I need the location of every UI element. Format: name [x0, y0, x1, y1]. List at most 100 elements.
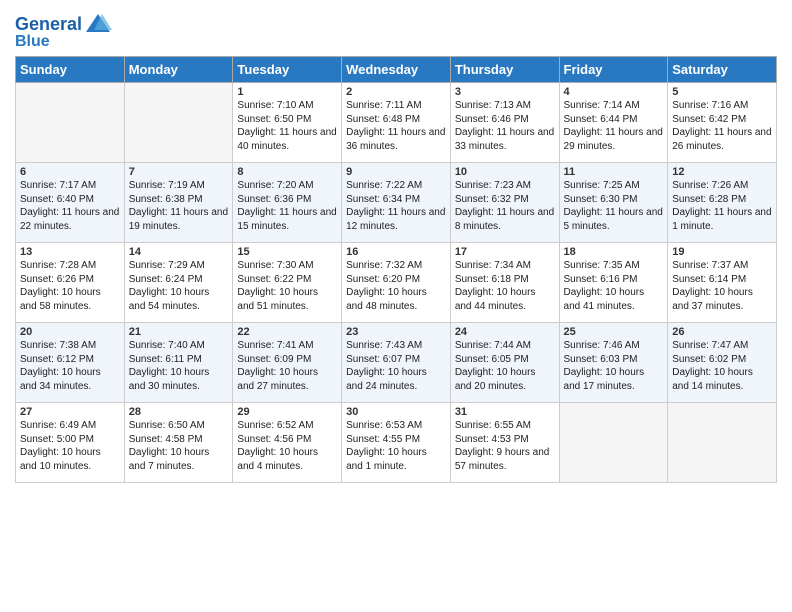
day-number: 2 — [346, 86, 446, 98]
calendar-cell: 17Sunrise: 7:34 AM Sunset: 6:18 PM Dayli… — [450, 243, 559, 323]
day-number: 17 — [455, 246, 555, 258]
cell-info: Sunrise: 7:16 AM Sunset: 6:42 PM Dayligh… — [672, 99, 772, 153]
header: General Blue — [15, 10, 777, 50]
cell-info: Sunrise: 7:43 AM Sunset: 6:07 PM Dayligh… — [346, 339, 446, 393]
calendar-cell: 25Sunrise: 7:46 AM Sunset: 6:03 PM Dayli… — [559, 323, 668, 403]
calendar-cell: 19Sunrise: 7:37 AM Sunset: 6:14 PM Dayli… — [668, 243, 777, 323]
calendar-cell — [16, 83, 125, 163]
cell-info: Sunrise: 7:13 AM Sunset: 6:46 PM Dayligh… — [455, 99, 555, 153]
calendar-cell: 1Sunrise: 7:10 AM Sunset: 6:50 PM Daylig… — [233, 83, 342, 163]
cell-info: Sunrise: 7:38 AM Sunset: 6:12 PM Dayligh… — [20, 339, 120, 393]
calendar-cell: 27Sunrise: 6:49 AM Sunset: 5:00 PM Dayli… — [16, 403, 125, 483]
calendar-body: 1Sunrise: 7:10 AM Sunset: 6:50 PM Daylig… — [16, 83, 777, 483]
day-number: 15 — [237, 246, 337, 258]
calendar-cell: 12Sunrise: 7:26 AM Sunset: 6:28 PM Dayli… — [668, 163, 777, 243]
calendar-cell: 5Sunrise: 7:16 AM Sunset: 6:42 PM Daylig… — [668, 83, 777, 163]
calendar-cell: 9Sunrise: 7:22 AM Sunset: 6:34 PM Daylig… — [342, 163, 451, 243]
weekday-friday: Friday — [559, 57, 668, 83]
logo-blue-text: Blue — [15, 34, 50, 50]
day-number: 12 — [672, 166, 772, 178]
week-row-3: 13Sunrise: 7:28 AM Sunset: 6:26 PM Dayli… — [16, 243, 777, 323]
week-row-4: 20Sunrise: 7:38 AM Sunset: 6:12 PM Dayli… — [16, 323, 777, 403]
calendar-cell: 13Sunrise: 7:28 AM Sunset: 6:26 PM Dayli… — [16, 243, 125, 323]
calendar-cell: 2Sunrise: 7:11 AM Sunset: 6:48 PM Daylig… — [342, 83, 451, 163]
day-number: 18 — [564, 246, 664, 258]
calendar-cell: 31Sunrise: 6:55 AM Sunset: 4:53 PM Dayli… — [450, 403, 559, 483]
calendar-cell: 14Sunrise: 7:29 AM Sunset: 6:24 PM Dayli… — [124, 243, 233, 323]
cell-info: Sunrise: 7:28 AM Sunset: 6:26 PM Dayligh… — [20, 259, 120, 313]
cell-info: Sunrise: 7:47 AM Sunset: 6:02 PM Dayligh… — [672, 339, 772, 393]
calendar-cell: 10Sunrise: 7:23 AM Sunset: 6:32 PM Dayli… — [450, 163, 559, 243]
day-number: 14 — [129, 246, 229, 258]
calendar-cell: 16Sunrise: 7:32 AM Sunset: 6:20 PM Dayli… — [342, 243, 451, 323]
day-number: 21 — [129, 326, 229, 338]
day-number: 22 — [237, 326, 337, 338]
calendar-cell: 29Sunrise: 6:52 AM Sunset: 4:56 PM Dayli… — [233, 403, 342, 483]
cell-info: Sunrise: 7:19 AM Sunset: 6:38 PM Dayligh… — [129, 179, 229, 233]
cell-info: Sunrise: 7:17 AM Sunset: 6:40 PM Dayligh… — [20, 179, 120, 233]
weekday-monday: Monday — [124, 57, 233, 83]
cell-info: Sunrise: 6:52 AM Sunset: 4:56 PM Dayligh… — [237, 419, 337, 473]
calendar-cell: 21Sunrise: 7:40 AM Sunset: 6:11 PM Dayli… — [124, 323, 233, 403]
calendar-cell: 15Sunrise: 7:30 AM Sunset: 6:22 PM Dayli… — [233, 243, 342, 323]
cell-info: Sunrise: 7:26 AM Sunset: 6:28 PM Dayligh… — [672, 179, 772, 233]
cell-info: Sunrise: 7:14 AM Sunset: 6:44 PM Dayligh… — [564, 99, 664, 153]
calendar-cell: 11Sunrise: 7:25 AM Sunset: 6:30 PM Dayli… — [559, 163, 668, 243]
calendar-cell: 18Sunrise: 7:35 AM Sunset: 6:16 PM Dayli… — [559, 243, 668, 323]
calendar: SundayMondayTuesdayWednesdayThursdayFrid… — [15, 56, 777, 483]
day-number: 5 — [672, 86, 772, 98]
day-number: 7 — [129, 166, 229, 178]
calendar-cell: 24Sunrise: 7:44 AM Sunset: 6:05 PM Dayli… — [450, 323, 559, 403]
calendar-cell: 20Sunrise: 7:38 AM Sunset: 6:12 PM Dayli… — [16, 323, 125, 403]
weekday-sunday: Sunday — [16, 57, 125, 83]
day-number: 4 — [564, 86, 664, 98]
calendar-cell: 23Sunrise: 7:43 AM Sunset: 6:07 PM Dayli… — [342, 323, 451, 403]
day-number: 6 — [20, 166, 120, 178]
calendar-cell — [668, 403, 777, 483]
cell-info: Sunrise: 7:10 AM Sunset: 6:50 PM Dayligh… — [237, 99, 337, 153]
cell-info: Sunrise: 7:22 AM Sunset: 6:34 PM Dayligh… — [346, 179, 446, 233]
cell-info: Sunrise: 7:41 AM Sunset: 6:09 PM Dayligh… — [237, 339, 337, 393]
cell-info: Sunrise: 7:44 AM Sunset: 6:05 PM Dayligh… — [455, 339, 555, 393]
calendar-cell: 30Sunrise: 6:53 AM Sunset: 4:55 PM Dayli… — [342, 403, 451, 483]
cell-info: Sunrise: 7:11 AM Sunset: 6:48 PM Dayligh… — [346, 99, 446, 153]
cell-info: Sunrise: 6:49 AM Sunset: 5:00 PM Dayligh… — [20, 419, 120, 473]
cell-info: Sunrise: 7:30 AM Sunset: 6:22 PM Dayligh… — [237, 259, 337, 313]
weekday-saturday: Saturday — [668, 57, 777, 83]
cell-info: Sunrise: 6:53 AM Sunset: 4:55 PM Dayligh… — [346, 419, 446, 473]
day-number: 11 — [564, 166, 664, 178]
day-number: 28 — [129, 406, 229, 418]
weekday-header: SundayMondayTuesdayWednesdayThursdayFrid… — [16, 57, 777, 83]
cell-info: Sunrise: 7:25 AM Sunset: 6:30 PM Dayligh… — [564, 179, 664, 233]
weekday-thursday: Thursday — [450, 57, 559, 83]
page: General Blue SundayMondayTuesdayWednesda… — [0, 0, 792, 612]
week-row-1: 1Sunrise: 7:10 AM Sunset: 6:50 PM Daylig… — [16, 83, 777, 163]
calendar-cell: 28Sunrise: 6:50 AM Sunset: 4:58 PM Dayli… — [124, 403, 233, 483]
day-number: 16 — [346, 246, 446, 258]
cell-info: Sunrise: 7:23 AM Sunset: 6:32 PM Dayligh… — [455, 179, 555, 233]
cell-info: Sunrise: 6:50 AM Sunset: 4:58 PM Dayligh… — [129, 419, 229, 473]
cell-info: Sunrise: 7:34 AM Sunset: 6:18 PM Dayligh… — [455, 259, 555, 313]
calendar-cell: 6Sunrise: 7:17 AM Sunset: 6:40 PM Daylig… — [16, 163, 125, 243]
day-number: 25 — [564, 326, 664, 338]
calendar-cell: 22Sunrise: 7:41 AM Sunset: 6:09 PM Dayli… — [233, 323, 342, 403]
cell-info: Sunrise: 7:35 AM Sunset: 6:16 PM Dayligh… — [564, 259, 664, 313]
calendar-cell — [559, 403, 668, 483]
logo-icon — [84, 10, 112, 38]
day-number: 27 — [20, 406, 120, 418]
day-number: 26 — [672, 326, 772, 338]
calendar-cell: 3Sunrise: 7:13 AM Sunset: 6:46 PM Daylig… — [450, 83, 559, 163]
logo-text: General — [15, 15, 82, 33]
day-number: 1 — [237, 86, 337, 98]
day-number: 24 — [455, 326, 555, 338]
day-number: 20 — [20, 326, 120, 338]
calendar-cell: 4Sunrise: 7:14 AM Sunset: 6:44 PM Daylig… — [559, 83, 668, 163]
day-number: 23 — [346, 326, 446, 338]
calendar-cell: 7Sunrise: 7:19 AM Sunset: 6:38 PM Daylig… — [124, 163, 233, 243]
day-number: 10 — [455, 166, 555, 178]
cell-info: Sunrise: 6:55 AM Sunset: 4:53 PM Dayligh… — [455, 419, 555, 473]
cell-info: Sunrise: 7:37 AM Sunset: 6:14 PM Dayligh… — [672, 259, 772, 313]
cell-info: Sunrise: 7:32 AM Sunset: 6:20 PM Dayligh… — [346, 259, 446, 313]
calendar-cell: 26Sunrise: 7:47 AM Sunset: 6:02 PM Dayli… — [668, 323, 777, 403]
weekday-wednesday: Wednesday — [342, 57, 451, 83]
